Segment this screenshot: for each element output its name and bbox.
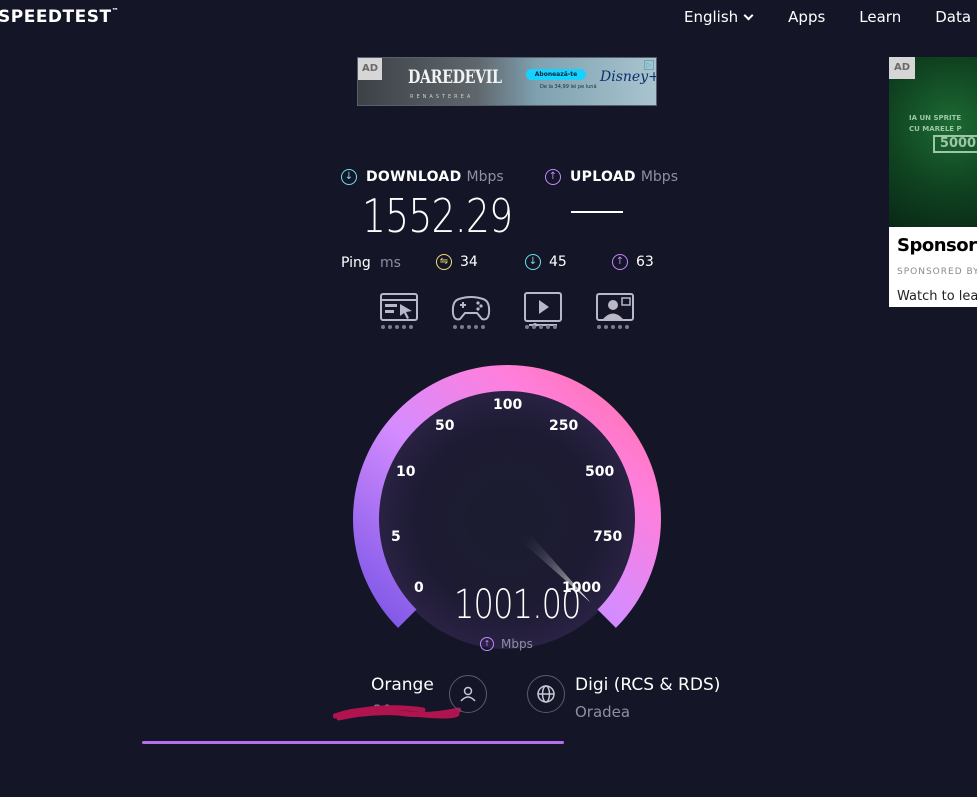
gauge-label-100: 100 bbox=[493, 397, 523, 413]
video-streaming-rating bbox=[525, 325, 557, 329]
ping-label: Ping bbox=[341, 255, 371, 271]
ad-info-icon[interactable]: ▷ bbox=[644, 60, 654, 70]
side-ad-panel: Sponsor SPONSORED BY Watch to lea bbox=[889, 227, 977, 307]
download-label: DOWNLOAD bbox=[366, 169, 462, 185]
nav-data[interactable]: Data bbox=[935, 8, 971, 26]
video-call-rating bbox=[597, 325, 629, 329]
upload-label: UPLOAD bbox=[570, 169, 636, 185]
download-arrow-icon: ↓ bbox=[341, 169, 357, 185]
ad-title: DAREDEVIL bbox=[408, 66, 502, 88]
speedtest-logo[interactable]: SPEEDTEST™ bbox=[0, 7, 119, 27]
ping-upload[interactable]: ↑ 63 bbox=[612, 254, 654, 270]
download-header: ↓ DOWNLOAD Mbps bbox=[341, 169, 504, 185]
download-value: 1552.29 bbox=[362, 189, 513, 243]
top-ad-banner[interactable]: AD DAREDEVIL RENASTEREA Abonează-te De l… bbox=[357, 57, 657, 106]
change-user-button[interactable] bbox=[449, 675, 487, 713]
chevron-down-icon bbox=[743, 10, 754, 20]
ad-brand-logo: Disney+ bbox=[600, 69, 657, 85]
gauge-label-500: 500 bbox=[585, 464, 615, 480]
gauge-label-0: 0 bbox=[414, 580, 424, 596]
ping-upload-value: 63 bbox=[636, 254, 654, 270]
change-server-button[interactable] bbox=[527, 675, 565, 713]
idle-latency-icon: ⇋ bbox=[436, 254, 452, 270]
side-ad-image: IA UN SPRITE CU MARELE P 5000 bbox=[889, 57, 977, 227]
user-icon bbox=[460, 686, 476, 702]
test-progress-bar bbox=[142, 741, 564, 744]
globe-icon bbox=[537, 685, 555, 703]
language-label: English bbox=[684, 8, 739, 26]
speedtest-page: SPEEDTEST™ English Apps Learn Data AD DA… bbox=[0, 0, 977, 797]
upload-latency-icon: ↑ bbox=[612, 254, 628, 270]
side-ad-heading: Sponsor bbox=[897, 235, 977, 256]
upload-arrow-icon: ↑ bbox=[545, 169, 561, 185]
upload-unit: Mbps bbox=[640, 169, 678, 185]
ad-price: De la 34,99 lei pe lună bbox=[540, 84, 597, 90]
ping-download[interactable]: ↓ 45 bbox=[525, 254, 567, 270]
download-latency-icon: ↓ bbox=[525, 254, 541, 270]
redaction-scribble bbox=[333, 705, 461, 721]
upload-header: ↑ UPLOAD Mbps bbox=[545, 169, 678, 185]
side-ad-sponsored-by: SPONSORED BY bbox=[897, 267, 977, 277]
side-ad-line2: CU MARELE P bbox=[909, 125, 962, 133]
gauge-label-750: 750 bbox=[593, 529, 623, 545]
gaming-rating bbox=[453, 325, 485, 329]
gauge-label-250: 250 bbox=[549, 418, 579, 434]
isp-name: Orange bbox=[371, 675, 434, 695]
ping-unit: ms bbox=[380, 255, 401, 271]
gauge-label-50: 50 bbox=[435, 418, 455, 434]
download-unit: Mbps bbox=[466, 169, 504, 185]
server-name: Digi (RCS & RDS) bbox=[575, 675, 721, 695]
upload-value-placeholder bbox=[571, 211, 623, 213]
current-speed-value: 1001.00 bbox=[454, 582, 582, 628]
gauge-label-5: 5 bbox=[391, 529, 401, 545]
main-nav: English Apps Learn Data bbox=[684, 8, 977, 26]
header: SPEEDTEST™ English Apps Learn Data bbox=[0, 0, 977, 36]
upload-arrow-icon: ↑ bbox=[480, 637, 494, 651]
gauge-label-10: 10 bbox=[396, 464, 416, 480]
side-ad[interactable]: IA UN SPRITE CU MARELE P 5000 AD Sponsor… bbox=[889, 57, 977, 307]
current-speed-unit: ↑ Mbps bbox=[480, 637, 533, 651]
side-ad-line1: IA UN SPRITE bbox=[909, 114, 962, 122]
language-selector[interactable]: English bbox=[684, 8, 754, 26]
ping-idle[interactable]: ⇋ 34 bbox=[436, 254, 478, 270]
ping-idle-value: 34 bbox=[460, 254, 478, 270]
ad-fine-print bbox=[540, 93, 640, 101]
nav-apps[interactable]: Apps bbox=[788, 8, 825, 26]
ad-subtitle: RENASTEREA bbox=[410, 94, 474, 100]
nav-learn[interactable]: Learn bbox=[859, 8, 901, 26]
ping-download-value: 45 bbox=[549, 254, 567, 270]
side-ad-badge: 5000 bbox=[933, 135, 977, 153]
side-ad-tag: AD bbox=[889, 57, 915, 79]
current-speed-unit-label: Mbps bbox=[501, 637, 533, 651]
side-ad-watch-link[interactable]: Watch to lea bbox=[897, 289, 977, 304]
server-location: Oradea bbox=[575, 703, 631, 721]
ad-tag: AD bbox=[358, 58, 382, 80]
ad-cta-button[interactable]: Abonează-te bbox=[526, 69, 586, 80]
browsing-rating bbox=[381, 325, 413, 329]
